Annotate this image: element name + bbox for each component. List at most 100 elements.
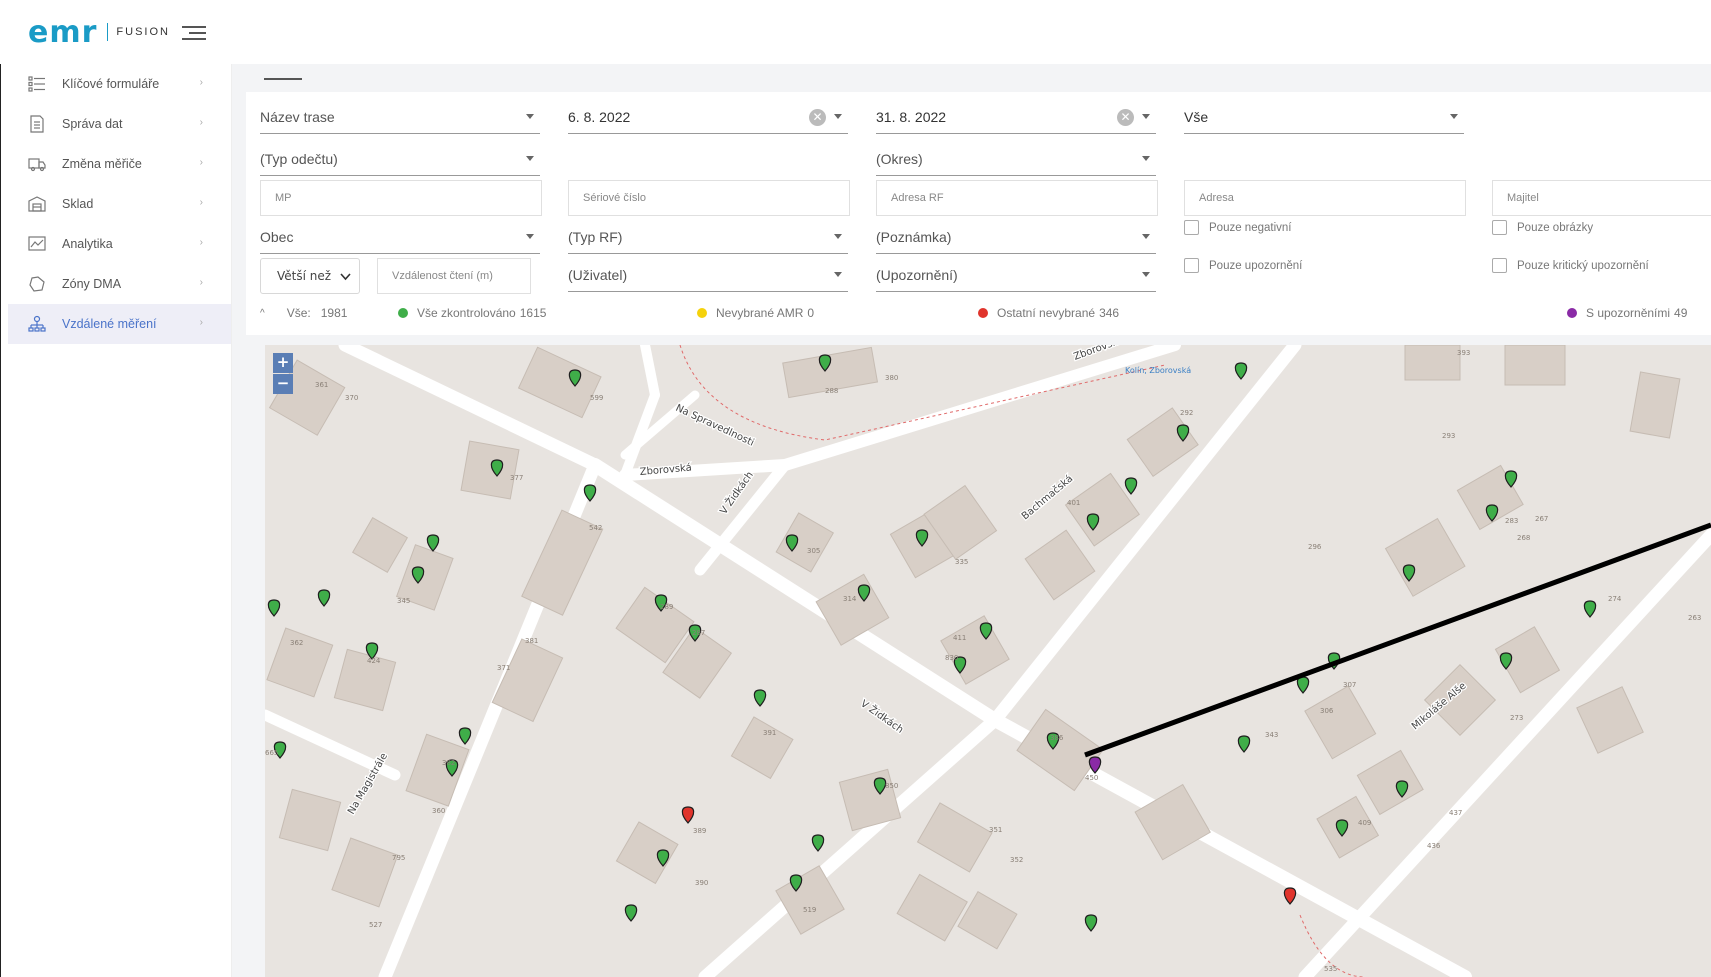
house-number-label: 370 — [345, 394, 358, 402]
caret-down-icon — [834, 114, 842, 119]
rf-address-input[interactable]: Adresa RF — [876, 180, 1158, 216]
user-select[interactable]: (Uživatel) — [568, 258, 848, 292]
caret-down-icon — [1142, 234, 1150, 239]
sidebar-item-remote-metering[interactable]: Vzdálené měření › — [8, 304, 231, 344]
house-number-label: 371 — [497, 664, 510, 672]
zoom-in-button[interactable]: + — [273, 353, 293, 373]
only-negative-label: Pouze negativní — [1209, 221, 1292, 234]
sidebar-item-analytics[interactable]: Analytika › — [8, 224, 231, 264]
logo[interactable]: emr FUSION — [28, 15, 170, 50]
sidebar-item-label: Sklad — [62, 197, 94, 211]
active-tab-indicator[interactable] — [264, 78, 302, 80]
legend-checked-count: 1615 — [519, 306, 547, 320]
menu-toggle-icon[interactable] — [182, 24, 206, 42]
reading-type-select[interactable]: (Typ odečtu) — [260, 142, 540, 176]
sidebar-item-warehouse[interactable]: Sklad › — [8, 184, 231, 224]
map[interactable]: Zborovská Na Spravedlnosti V Židkách Bachma… — [265, 345, 1711, 977]
sidebar-item-meter-change[interactable]: Změna měřiče › — [8, 144, 231, 184]
owner-placeholder: Majitel — [1507, 192, 1539, 204]
house-number-label: 289 — [660, 603, 673, 611]
caret-down-icon — [526, 156, 534, 161]
house-number-label: 292 — [1180, 409, 1193, 417]
house-number-label: 391 — [763, 729, 776, 737]
only-images-label: Pouze obrázky — [1517, 221, 1594, 234]
note-select[interactable]: (Poznámka) — [876, 220, 1156, 254]
chevron-right-icon: › — [199, 317, 203, 328]
only-warnings-label: Pouze upozornění — [1209, 259, 1303, 272]
legend-all-count: 1981 — [320, 306, 348, 320]
caret-down-icon — [834, 234, 842, 239]
house-number-label: 314 — [843, 595, 857, 603]
legend-all-label: Vše: — [286, 306, 311, 320]
house-number-label: 382 — [442, 759, 455, 767]
house-number-label: 527 — [369, 921, 382, 929]
greater-than-select[interactable]: Větší než — [260, 258, 360, 294]
house-number-label: 409 — [1358, 819, 1371, 827]
sidebar-item-label: Vzdálené měření — [62, 317, 157, 331]
collapse-icon[interactable]: ^ — [260, 308, 265, 319]
distance-input[interactable]: Vzdálenost čtení (m) — [377, 258, 531, 294]
sidebar-item-label: Změna měřiče — [62, 157, 142, 171]
only-critical-label: Pouze kritický upozornění — [1517, 259, 1649, 272]
list-icon — [28, 75, 46, 93]
route-name-select[interactable]: Název trase — [260, 100, 540, 134]
only-images-checkbox[interactable]: Pouze obrázky — [1492, 220, 1593, 235]
sidebar-item-data[interactable]: Správa dat › — [8, 104, 231, 144]
sidebar-item-label: Analytika — [62, 237, 113, 251]
route-name-value: Název trase — [260, 108, 335, 125]
legend-other-unselected-label: Ostatní nevybrané — [997, 306, 1096, 320]
logo-product: FUSION — [116, 26, 170, 38]
chevron-right-icon: › — [199, 117, 203, 128]
legend-checked[interactable]: Vše zkontrolováno 1615 — [398, 306, 546, 320]
house-number-label: 437 — [1449, 809, 1462, 817]
caret-down-icon — [1142, 272, 1150, 277]
clear-icon[interactable]: ✕ — [1117, 109, 1134, 126]
serial-placeholder: Sériové číslo — [583, 192, 646, 204]
only-negative-checkbox[interactable]: Pouze negativní — [1184, 220, 1291, 235]
legend-with-warnings[interactable]: S upozorněními 49 — [1567, 306, 1687, 320]
sidebar-item-dma-zones[interactable]: Zóny DMA › — [8, 264, 231, 304]
rf-address-placeholder: Adresa RF — [891, 192, 944, 204]
all-select[interactable]: Vše — [1184, 100, 1464, 134]
only-critical-checkbox[interactable]: Pouze kritický upozornění — [1492, 258, 1649, 273]
rf-type-select[interactable]: (Typ RF) — [568, 220, 848, 254]
date-to-field[interactable]: 31. 8. 2022 ✕ — [876, 100, 1156, 134]
checkbox-box[interactable] — [1492, 258, 1507, 273]
legend-unselected-amr-label: Nevybrané AMR — [716, 306, 804, 320]
house-number-label: 665 — [265, 749, 278, 757]
house-number-label: 283 — [1505, 517, 1518, 525]
checkbox-box[interactable] — [1184, 258, 1199, 273]
map-canvas[interactable]: ZborovskáNa SpravedlnostiV Židkách Bachma… — [265, 345, 1711, 977]
mp-input[interactable]: MP — [260, 180, 542, 216]
clear-icon[interactable]: ✕ — [809, 109, 826, 126]
warning-select[interactable]: (Upozornění) — [876, 258, 1156, 292]
address-input[interactable]: Adresa — [1184, 180, 1466, 216]
sidebar-item-label: Zóny DMA — [62, 277, 122, 291]
house-number-label: 386 — [1050, 734, 1064, 742]
checkbox-box[interactable] — [1492, 220, 1507, 235]
caret-down-icon — [1142, 114, 1150, 119]
district-select[interactable]: (Okres) — [876, 142, 1156, 176]
caret-down-icon — [834, 272, 842, 277]
only-warnings-checkbox[interactable]: Pouze upozornění — [1184, 258, 1302, 273]
caret-down-icon — [1142, 156, 1150, 161]
house-number-label: 535 — [1324, 965, 1337, 973]
legend-unselected-amr[interactable]: Nevybrané AMR 0 — [697, 306, 814, 320]
greater-than-value: Větší než — [277, 269, 332, 283]
owner-input[interactable]: Majitel — [1492, 180, 1711, 216]
zoom-out-button[interactable]: − — [273, 374, 293, 394]
house-number-label: 389 — [693, 827, 706, 835]
checkbox-box[interactable] — [1184, 220, 1199, 235]
house-number-label: 305 — [807, 547, 820, 555]
date-from-field[interactable]: 6. 8. 2022 ✕ — [568, 100, 848, 134]
note-value: (Poznámka) — [876, 228, 952, 245]
house-number-label: 381 — [525, 637, 538, 645]
house-number-label: 360 — [432, 807, 445, 815]
house-number-label: 343 — [1265, 731, 1278, 739]
house-number-label: 345 — [397, 597, 410, 605]
municipality-select[interactable]: Obec — [260, 220, 540, 254]
house-number-label: 599 — [590, 394, 603, 402]
sidebar-item-key-forms[interactable]: Klíčové formuláře › — [8, 64, 231, 104]
legend-other-unselected[interactable]: Ostatní nevybrané 346 — [978, 306, 1119, 320]
serial-number-input[interactable]: Sériové číslo — [568, 180, 850, 216]
